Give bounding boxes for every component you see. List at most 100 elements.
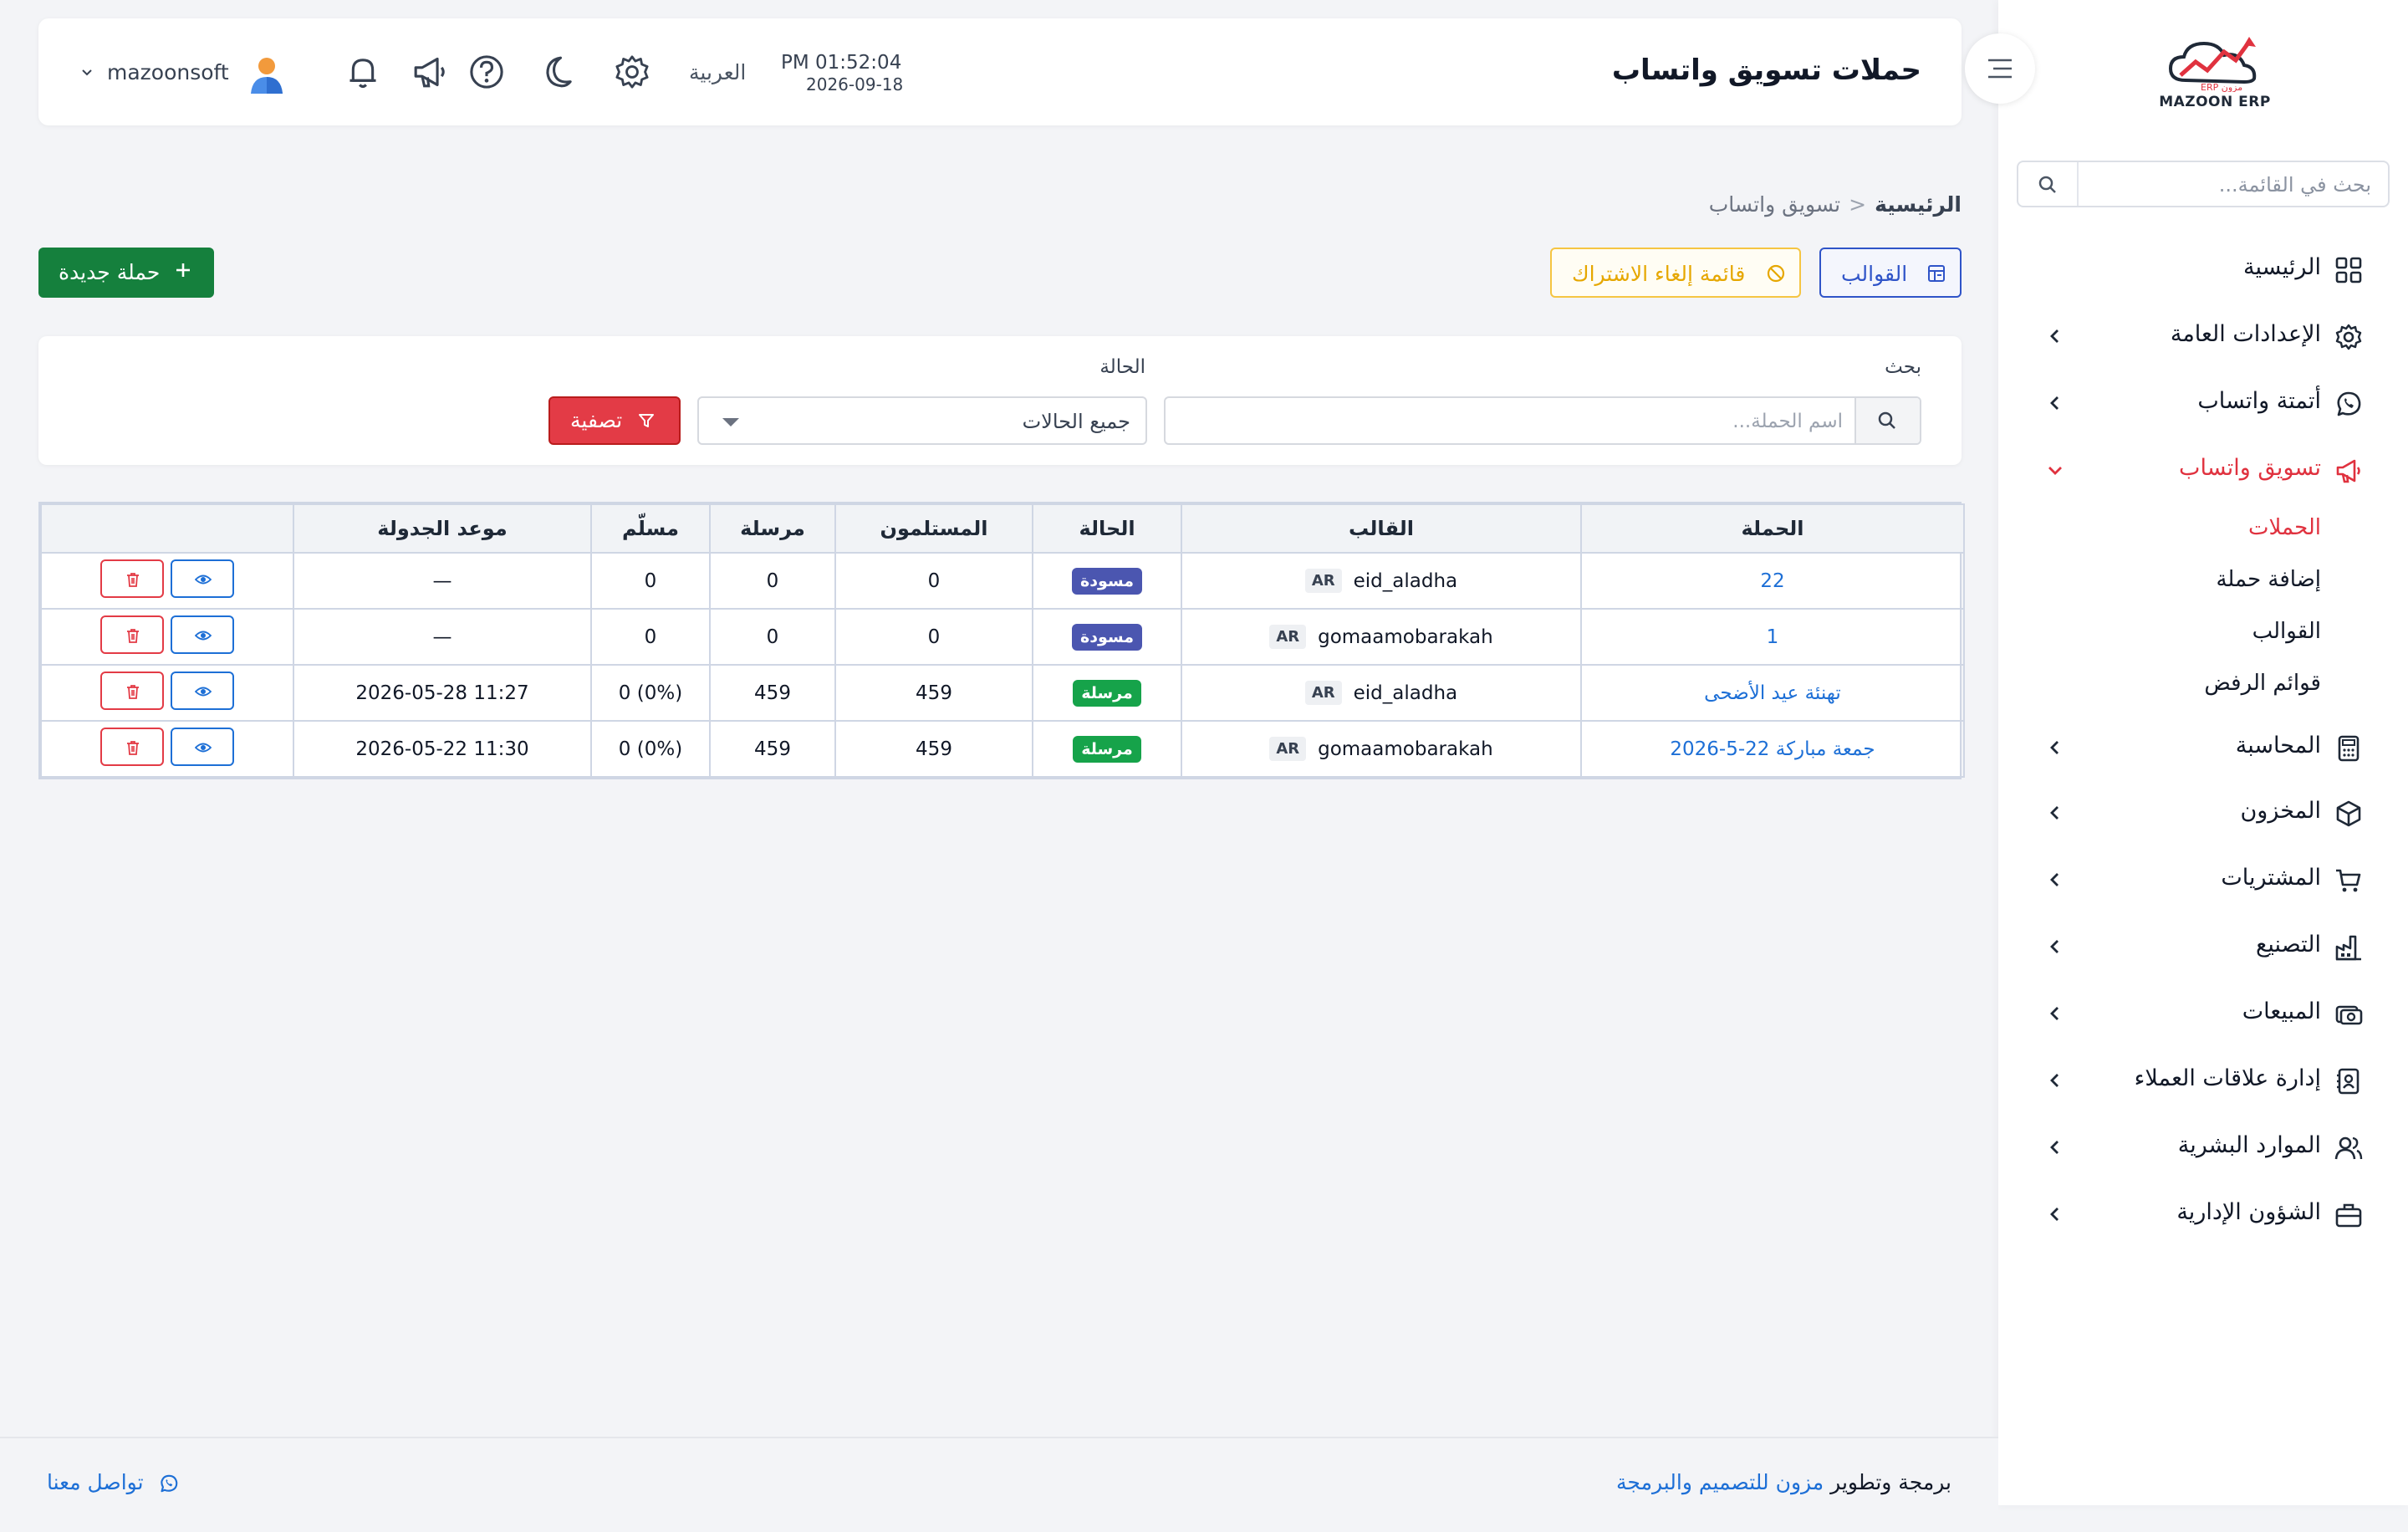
sidebar-item-sales[interactable]: المبيعات [1998, 988, 2408, 1039]
language-badge: AR [1304, 681, 1342, 705]
sidebar-item-admin-affairs[interactable]: الشؤون الإدارية [1998, 1189, 2408, 1239]
breadcrumb-home[interactable]: الرئيسية [1875, 192, 1962, 217]
sidebar-item-crm[interactable]: إدارة علاقات العملاء [1998, 1055, 2408, 1106]
filter-button[interactable]: تصفية [548, 396, 681, 445]
campaign-name-link[interactable]: تهنئة عيد الأضحى [1580, 664, 1965, 722]
sidebar-item-whatsapp-automation[interactable]: أتمتة واتساب [1998, 378, 2408, 428]
language-badge: AR [1304, 569, 1342, 593]
search-button[interactable] [1854, 398, 1920, 443]
templates-button[interactable]: القوالب [1819, 248, 1962, 298]
sidebar-item-general-settings[interactable]: الإعدادات العامة [1998, 311, 2408, 361]
view-button[interactable] [171, 671, 234, 710]
trash-icon [127, 684, 139, 699]
help-icon[interactable] [468, 54, 505, 90]
settings-icon[interactable] [614, 54, 650, 90]
sidebar-item-label: إدارة علاقات العملاء [2134, 1065, 2321, 1091]
chevron-left-icon [2045, 937, 2065, 957]
user-avatar[interactable] [246, 54, 288, 95]
contact-us-link[interactable]: تواصل معنا [47, 1470, 179, 1494]
view-button[interactable] [171, 559, 234, 598]
status-badge: مسودة [1072, 567, 1142, 595]
status-badge: مرسلة [1073, 735, 1141, 763]
breadcrumb-current: تسويق واتساب [1708, 192, 1841, 217]
footer-credit-link[interactable]: مزون للتصميم والبرمجة [1616, 1470, 1824, 1494]
delete-button[interactable] [100, 727, 164, 766]
scheduled-cell: 2026-05-28 11:27 [293, 664, 592, 722]
sidebar-item-manufacturing[interactable]: التصنيع [1998, 922, 2408, 972]
sidebar-item-accounting[interactable]: المحاسبة [1998, 723, 2408, 773]
footer-credit-prefix: برمجة وتطوير [1830, 1470, 1951, 1494]
column-header-template[interactable]: القالب [1181, 503, 1582, 554]
campaign-name-link[interactable]: 22 [1580, 552, 1965, 610]
chevron-left-icon [2045, 803, 2065, 823]
status-cell: مرسلة [1032, 720, 1182, 778]
eye-icon [195, 574, 212, 584]
template-cell: AR eid_aladha [1181, 552, 1582, 610]
page-title: حملات تسويق واتساب [1611, 54, 1921, 87]
sidebar-item-inventory[interactable]: المخزون [1998, 788, 2408, 838]
sales-icon [2334, 1000, 2363, 1029]
column-header-scheduled[interactable]: موعد الجدولة [293, 503, 592, 554]
username[interactable]: mazoonsoft [107, 60, 229, 84]
column-header-recipients[interactable]: المستلمون [834, 503, 1033, 554]
sidebar: ERP مزون MAZOON ERP الرئيسية الإعدادات ا… [1998, 0, 2408, 1505]
box-icon [2334, 799, 2363, 828]
campaign-search-input[interactable] [1189, 403, 1844, 440]
users-icon [2334, 1134, 2363, 1162]
delete-button[interactable] [100, 615, 164, 654]
cart-icon [2334, 866, 2363, 895]
ban-icon [1766, 263, 1786, 283]
menu-icon [1988, 59, 2012, 79]
new-campaign-button[interactable]: حملة جديدة [38, 248, 214, 298]
template-cell: AR gomaamobarakah [1181, 608, 1582, 666]
mazoon-logo[interactable]: ERP مزون MAZOON ERP [2152, 32, 2278, 115]
sidebar-subitem-add-campaign[interactable]: إضافة حملة [2216, 567, 2321, 592]
view-button[interactable] [171, 615, 234, 654]
status-select[interactable]: جميع الحالات [697, 396, 1147, 445]
column-header-sent[interactable]: مرسلة [709, 503, 836, 554]
view-button[interactable] [171, 727, 234, 766]
dark-mode-moon-icon[interactable] [537, 54, 574, 90]
sidebar-subitem-templates[interactable]: القوالب [2252, 619, 2321, 644]
sidebar-item-purchases[interactable]: المشتريات [1998, 855, 2408, 905]
announcements-icon[interactable] [411, 54, 448, 90]
sidebar-item-home[interactable]: الرئيسية [1998, 244, 2408, 294]
sidebar-search[interactable] [2017, 161, 2390, 207]
whatsapp-icon [2334, 390, 2363, 418]
sidebar-toggle-button[interactable] [1965, 33, 2035, 104]
template-name: gomaamobarakah [1318, 626, 1493, 648]
sidebar-item-whatsapp-marketing[interactable]: تسويق واتساب [1998, 445, 2408, 495]
status-badge: مرسلة [1073, 679, 1141, 707]
table-row: 1 AR gomaamobarakah مسودة 0 0 0 — [40, 608, 1965, 666]
column-header-status[interactable]: الحالة [1032, 503, 1182, 554]
sidebar-search-input[interactable] [2085, 167, 2373, 202]
delivered-cell: 0 (0%) [590, 664, 711, 722]
sidebar-item-hr[interactable]: الموارد البشرية [1998, 1122, 2408, 1172]
status-badge: مسودة [1072, 623, 1142, 651]
chevron-left-icon [2045, 1070, 2065, 1090]
table-row: جمعة مباركة 22-5-2026 AR gomaamobarakah م… [40, 720, 1965, 778]
delete-button[interactable] [100, 671, 164, 710]
chevron-left-icon [2045, 393, 2065, 413]
sidebar-subitem-campaigns[interactable]: الحملات [2248, 515, 2321, 540]
delete-button[interactable] [100, 559, 164, 598]
svg-text:ERP مزون: ERP مزون [2201, 82, 2242, 92]
campaign-name-link[interactable]: جمعة مباركة 22-5-2026 [1580, 720, 1965, 778]
calculator-icon [2334, 734, 2363, 763]
language-badge: AR [1269, 625, 1307, 649]
chevron-left-icon [2045, 1003, 2065, 1024]
language-switch[interactable]: العربية [689, 60, 746, 84]
sidebar-item-label: الإعدادات العامة [2170, 321, 2321, 347]
chevron-left-icon [2045, 326, 2065, 346]
trash-icon [127, 740, 139, 755]
template-name: eid_aladha [1353, 682, 1458, 704]
notifications-bell-icon[interactable] [344, 54, 381, 90]
logo-text: MAZOON ERP [2159, 94, 2271, 110]
column-header-campaign[interactable]: الحملة [1580, 503, 1965, 554]
campaign-name-link[interactable]: 1 [1580, 608, 1965, 666]
unsubscribe-list-button[interactable]: قائمة إلغاء الاشتراك [1550, 248, 1801, 298]
column-header-delivered[interactable]: مسلّم [590, 503, 711, 554]
sidebar-item-label: المخزون [2240, 798, 2321, 824]
chevron-down-icon[interactable] [80, 65, 94, 79]
sidebar-subitem-reject-lists[interactable]: قوائم الرفض [2204, 671, 2321, 696]
